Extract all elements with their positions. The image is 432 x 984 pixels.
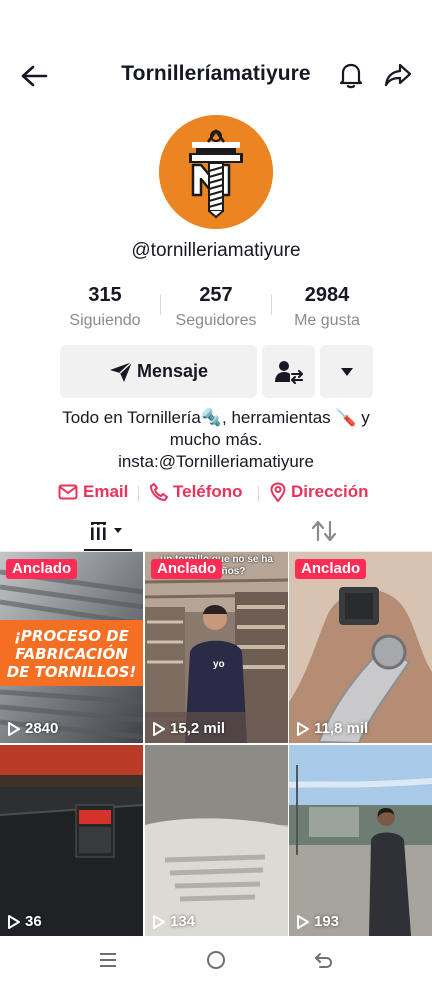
followers-label: Seguidores: [175, 312, 257, 329]
address-label: Dirección: [291, 482, 369, 501]
video-thumbnail-image: [289, 745, 432, 936]
video-overlay-text: ¡PROCESO DE FABRICACIÓN DE TORNILLOS!: [0, 627, 143, 681]
following-label: Siguiendo: [69, 312, 141, 329]
following-count: 315: [88, 284, 122, 306]
bio-line: mucho más.: [169, 430, 263, 449]
play-outline-icon: [297, 914, 309, 929]
play-outline-icon: [8, 914, 20, 929]
share-icon: [384, 63, 412, 87]
video-thumbnail-image: [0, 745, 143, 936]
video-thumbnail[interactable]: ¡PROCESO DE FABRICACIÓN DE TORNILLOS! An…: [0, 552, 143, 743]
pinned-badge: Anclado: [295, 559, 367, 579]
home-circle-icon: [207, 951, 225, 969]
video-thumbnail[interactable]: Anclado 11,8 mil: [289, 552, 432, 743]
more-options-button[interactable]: [320, 345, 373, 398]
followers-count: 257: [199, 284, 233, 306]
pinned-badge: Anclado: [6, 559, 78, 579]
bio-line: Todo en Tornillería🔩, herramientas 🪛 y: [62, 408, 370, 427]
likes-stat[interactable]: 2984 Me gusta: [272, 283, 382, 330]
view-count-value: 2840: [25, 720, 59, 737]
tab-videos[interactable]: [84, 510, 132, 552]
active-tab-indicator: [84, 549, 132, 551]
suggested-accounts-button[interactable]: [262, 345, 315, 398]
view-count: 11,8 mil: [296, 720, 368, 737]
share-button[interactable]: [381, 58, 415, 92]
view-count: 36: [7, 913, 42, 930]
phone-link[interactable]: Teléfono: [150, 482, 243, 502]
view-count: 2840: [7, 720, 58, 737]
content-tabs: [0, 510, 432, 552]
bell-icon: [339, 63, 363, 89]
address-link[interactable]: Dirección: [270, 482, 368, 502]
avatar[interactable]: [159, 115, 273, 229]
video-thumbnail-image: [145, 552, 288, 743]
profile-header: Tornilleríamatiyure: [0, 44, 432, 104]
view-count: 193: [296, 913, 339, 930]
likes-label: Me gusta: [294, 312, 360, 329]
likes-count: 2984: [304, 284, 350, 306]
pinned-badge: Anclado: [151, 559, 223, 579]
phone-icon: [150, 483, 168, 501]
recent-apps-icon: [100, 953, 116, 967]
recent-apps-button[interactable]: [93, 946, 123, 974]
video-grid: ¡PROCESO DE FABRICACIÓN DE TORNILLOS! An…: [0, 552, 432, 936]
profile-stats: 315 Siguiendo 257 Seguidores 2984 Me gus…: [0, 283, 432, 335]
phone-label: Teléfono: [173, 482, 243, 501]
system-navigation-bar: [0, 936, 432, 984]
overlay-line: ¡PROCESO DE: [14, 627, 129, 645]
send-icon: [109, 360, 133, 382]
video-thumbnail-image: [289, 552, 432, 743]
view-count-value: 11,8 mil: [314, 720, 369, 737]
view-count: 15,2 mil: [152, 720, 225, 737]
home-button[interactable]: [201, 946, 231, 974]
caret-down-icon: [340, 367, 353, 376]
play-outline-icon: [8, 721, 20, 736]
system-back-icon: [315, 953, 333, 968]
overlay-line: FABRICACIÓN: [15, 645, 128, 663]
tm-logo-icon: [159, 115, 273, 229]
video-sticker: yo: [213, 659, 225, 670]
view-count: 134: [152, 913, 195, 930]
view-count-value: 15,2 mil: [170, 720, 226, 737]
video-thumbnail[interactable]: un tornillo que no se ha de 20 años? yo …: [145, 552, 288, 743]
swap-user-icon: [274, 360, 303, 384]
play-outline-icon: [153, 721, 165, 736]
tab-reposts[interactable]: [300, 510, 348, 552]
play-outline-icon: [153, 914, 165, 929]
video-thumbnail[interactable]: 36: [0, 745, 143, 936]
email-link[interactable]: Email: [58, 482, 128, 502]
message-button[interactable]: Mensaje: [60, 345, 257, 398]
instagram-link[interactable]: insta:@Tornilleriamatiyure: [30, 451, 402, 473]
video-thumbnail-image: [145, 745, 288, 936]
email-label: Email: [83, 482, 129, 501]
notifications-button[interactable]: [334, 58, 368, 92]
repost-icon: [311, 520, 337, 542]
grid-icon: [91, 522, 122, 540]
view-count-value: 134: [170, 913, 196, 930]
mail-icon: [58, 484, 78, 500]
system-back-button[interactable]: [309, 946, 339, 974]
followers-stat[interactable]: 257 Seguidores: [161, 283, 271, 330]
play-outline-icon: [297, 721, 309, 736]
video-thumbnail[interactable]: 193: [289, 745, 432, 936]
contact-links: Email Teléfono Dirección: [0, 482, 432, 506]
message-label: Mensaje: [136, 361, 209, 381]
location-pin-icon: [270, 482, 286, 502]
username: @tornilleriamatiyure: [131, 240, 301, 261]
profile-actions: Mensaje: [0, 345, 432, 399]
video-thumbnail[interactable]: 134: [145, 745, 288, 936]
contact-divider: [138, 486, 139, 502]
contact-divider: [258, 486, 259, 502]
overlay-line: DE TORNILLOS!: [6, 663, 137, 681]
profile-bio: Todo en Tornillería🔩, herramientas 🪛 y m…: [30, 407, 402, 473]
following-stat[interactable]: 315 Siguiendo: [50, 283, 160, 330]
view-count-value: 193: [314, 913, 340, 930]
view-count-value: 36: [25, 913, 42, 930]
